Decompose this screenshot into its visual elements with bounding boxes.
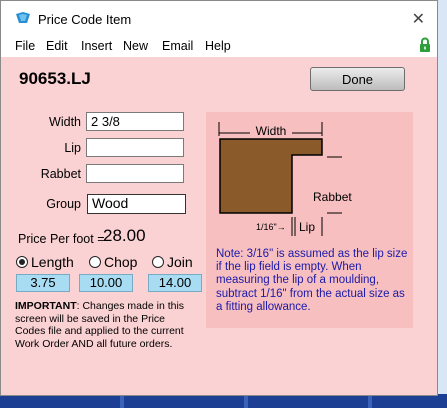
length-price-field[interactable]: 3.75 <box>16 274 70 292</box>
length-radio[interactable]: Length <box>16 254 74 270</box>
item-code: 90653.LJ <box>19 69 91 88</box>
radio-indicator <box>89 256 101 268</box>
title-bar: Price Code Item ✕ <box>1 1 437 33</box>
rabbet-field[interactable] <box>86 164 184 183</box>
close-icon[interactable]: ✕ <box>412 9 425 29</box>
lip-note: Note: 3/16" is assumed as the lip size i… <box>216 248 408 313</box>
done-button[interactable]: Done <box>310 67 405 91</box>
price-per-foot-value: 28.00 <box>103 226 146 245</box>
join-radio-label: Join <box>167 254 193 270</box>
background-window-bottom <box>0 394 447 408</box>
rabbet-label: Rabbet <box>40 167 81 181</box>
chop-radio-label: Chop <box>104 254 138 270</box>
menu-help[interactable]: Help <box>205 39 231 53</box>
chop-radio[interactable]: Chop <box>89 254 137 270</box>
diagram-lip-label: Lip <box>299 220 315 234</box>
paint-bucket-icon <box>15 11 31 30</box>
radio-indicator <box>152 256 164 268</box>
menu-file[interactable]: File <box>15 39 35 53</box>
width-field[interactable]: 2 3/8 <box>86 112 184 131</box>
group-field[interactable]: Wood <box>87 194 186 214</box>
menu-email[interactable]: Email <box>162 39 193 53</box>
menu-bar: File Edit Insert New Email Help <box>1 33 437 57</box>
lip-label: Lip <box>64 141 81 155</box>
join-radio[interactable]: Join <box>152 254 193 270</box>
lock-icon[interactable] <box>419 37 431 58</box>
group-label: Group <box>46 197 81 211</box>
background-window-edge <box>437 0 447 408</box>
menu-insert[interactable]: Insert <box>81 39 112 53</box>
menu-new[interactable]: New <box>123 39 148 53</box>
radio-selected-indicator <box>16 256 28 268</box>
lip-field[interactable] <box>86 138 184 157</box>
moulding-profile <box>219 138 323 214</box>
diagram-sixteenth-label: 1/16"→ <box>256 222 286 232</box>
length-radio-label: Length <box>31 254 74 270</box>
price-code-item-dialog: Price Code Item ✕ File Edit Insert New E… <box>0 0 438 396</box>
menu-edit[interactable]: Edit <box>46 39 68 53</box>
important-heading: IMPORTANT <box>15 300 77 312</box>
moulding-diagram: Width Rabbet 1/16"→ Lip <box>218 122 352 236</box>
important-note: IMPORTANT: Changes made in this screen w… <box>15 300 195 350</box>
price-per-foot-label: Price Per foot = <box>18 232 105 246</box>
window-title: Price Code Item <box>38 12 132 27</box>
chop-price-field[interactable]: 10.00 <box>79 274 133 292</box>
diagram-rabbet-label: Rabbet <box>313 190 352 204</box>
join-price-field[interactable]: 14.00 <box>148 274 202 292</box>
diagram-width-label: Width <box>256 124 287 138</box>
width-label: Width <box>49 115 81 129</box>
